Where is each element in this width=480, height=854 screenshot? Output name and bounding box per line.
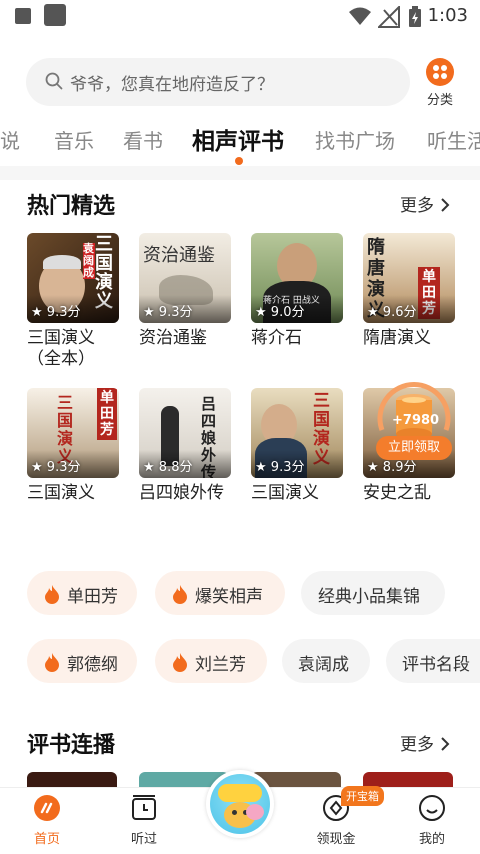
category-button[interactable]: 分类 [421,58,459,108]
category-label: 分类 [426,93,453,108]
book-card[interactable]: 三国演义 单田芳 ★ 9.3分 三国演义 [27,388,119,504]
flame-icon [173,653,187,672]
chip-label: 单田芳 [67,587,118,607]
book-title: 吕四娘外传 [139,483,224,503]
tab-listen-life[interactable]: 听生活 [427,125,480,154]
hot-section-title: 热门精选 [27,194,116,219]
book-rating: ★ 9.3分 [255,460,305,475]
tab-book-square[interactable]: 找书广场 [315,125,395,154]
book-cover: 隋唐演义 单田芳 ★ 9.6分 [363,233,455,323]
book-cover: 吕四娘外传 ★ 8.8分 [139,388,231,478]
section-divider [0,166,480,180]
history-icon [132,795,156,820]
book-card[interactable]: 吕四娘外传 ★ 8.8分 吕四娘外传 [139,388,231,504]
book-rating: ★ 9.3分 [143,305,193,320]
flame-icon [45,585,59,604]
reward-widget[interactable]: +7980 立即领取 [374,378,454,462]
category-icon [426,58,454,86]
cover-subtitle: 单田芳 [97,388,117,440]
serial-more-link[interactable]: 更多 [400,730,451,755]
book-rating: ★ 9.3分 [31,460,81,475]
more-label: 更多 [400,196,434,216]
chip-tag[interactable]: 评书名段 [386,639,480,683]
search-placeholder: 爷爷，您真在地府造反了？ [70,75,274,95]
nav-home-label: 首页 [33,832,60,847]
chip-tag[interactable]: 爆笑相声 [155,571,285,615]
chevron-right-icon [441,198,450,212]
chip-tag[interactable]: 郭德纲 [27,639,137,683]
chip-tag[interactable]: 刘兰芳 [155,639,267,683]
nav-history-label: 听过 [130,832,157,847]
category-tabs: 小说 音乐 看书 相声评书 找书广场 听生活 [0,119,480,167]
nav-profile-label: 我的 [418,832,445,847]
book-cover: 三国演义 袁阔成 ★ 9.3分 [27,233,119,323]
tab-reading[interactable]: 看书 [123,125,163,154]
chip-tag[interactable]: 经典小品集锦 [301,571,445,615]
more-label: 更多 [400,735,434,755]
hot-more-link[interactable]: 更多 [400,191,451,216]
tab-crosstalk-storytelling[interactable]: 相声评书 [192,122,284,156]
chip-tag[interactable]: 单田芳 [27,571,137,615]
book-title: 资治通鉴 [139,328,207,348]
book-title: 安史之乱 [363,483,431,503]
book-cover: 三国演义 单田芳 ★ 9.3分 [27,388,119,478]
book-rating: ★ 9.0分 [255,305,305,320]
nav-history[interactable]: 听过 [114,794,174,847]
battery-icon [409,6,421,27]
center-mascot-button[interactable] [206,770,274,838]
chip-tag[interactable]: 袁阔成 [282,639,370,683]
chip-label: 经典小品集锦 [318,587,420,607]
book-rating: ★ 8.8分 [143,460,193,475]
book-title: 隋唐演义 [363,328,431,348]
nav-profile[interactable]: 我的 [402,794,462,847]
book-card[interactable]: 三国演义 ★ 9.3分 三国演义 [251,388,343,504]
signal-icon [378,6,400,28]
flame-icon [45,653,59,672]
flame-icon [173,585,187,604]
book-card[interactable]: 蒋介石 田战义 ★ 9.0分 蒋介石 [251,233,343,349]
chip-label: 袁阔成 [298,655,349,675]
book-title: 蒋介石 [251,328,302,348]
reward-amount: +7980 [392,413,440,428]
nav-home[interactable]: 首页 [17,794,77,847]
mascot-icon [210,774,270,834]
chip-label: 评书名段 [402,655,470,675]
chip-label: 郭德纲 [67,655,118,675]
profile-icon [419,795,445,821]
app-notification-icon [44,4,66,26]
serial-section-title: 评书连播 [27,733,116,758]
home-icon [34,795,60,821]
wifi-icon [349,7,371,25]
search-bar[interactable]: 爷爷，您真在地府造反了？ [26,58,410,106]
book-title: 三国演义 [27,483,95,503]
status-time: 1:03 [427,5,468,26]
claim-now-button[interactable]: 立即领取 [376,436,452,460]
chevron-right-icon [441,737,450,751]
cover-subtitle: 袁阔成 [83,242,95,279]
book-card[interactable]: 隋唐演义 单田芳 ★ 9.6分 隋唐演义 [363,233,455,349]
status-bar: 1:03 [0,0,480,34]
active-tab-indicator [235,157,243,165]
book-title: 三国演义（全本） [27,328,95,369]
book-cover: 资治通鉴 ★ 9.3分 [139,233,231,323]
serial-cover[interactable] [27,772,117,788]
book-rating: ★ 9.6分 [367,305,417,320]
search-icon [45,72,63,90]
tab-novel[interactable]: 小说 [0,125,20,154]
tab-music[interactable]: 音乐 [54,125,94,154]
book-title: 三国演义 [251,483,319,503]
cover-title: 资治通鉴 [143,245,215,266]
chip-label: 爆笑相声 [195,587,263,607]
book-card[interactable]: 三国演义 袁阔成 ★ 9.3分 三国演义（全本） [27,233,119,370]
notification-icon [15,8,31,24]
book-rating: ★ 9.3分 [31,305,81,320]
book-card[interactable]: 资治通鉴 ★ 9.3分 资治通鉴 [139,233,231,349]
chip-label: 刘兰芳 [195,655,246,675]
book-cover: 蒋介石 田战义 ★ 9.0分 [251,233,343,323]
nav-cash-label: 领现金 [316,832,356,847]
book-cover: 三国演义 ★ 9.3分 [251,388,343,478]
treasure-badge: 开宝箱 [341,786,384,806]
